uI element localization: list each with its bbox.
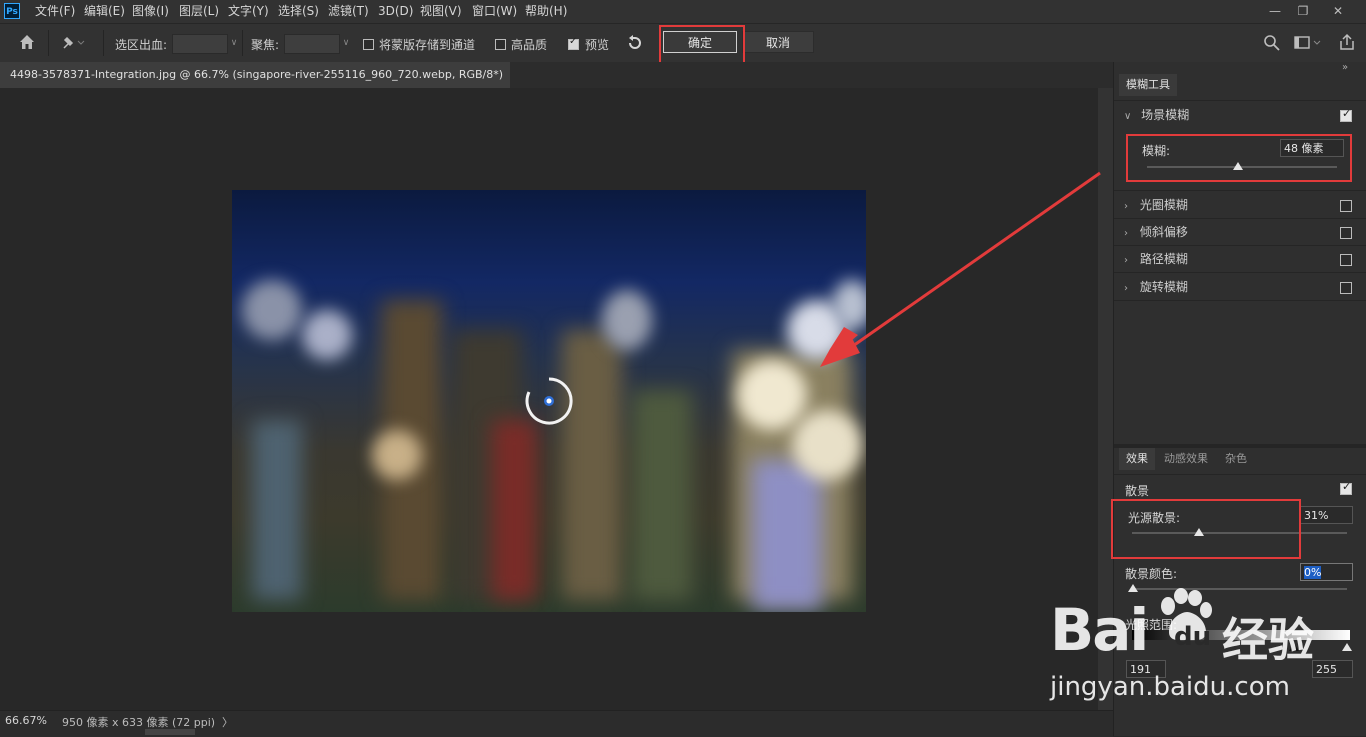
menu-filter[interactable]: 滤镜(T) <box>328 0 369 23</box>
menu-layer[interactable]: 图层(L) <box>179 0 219 23</box>
menu-file[interactable]: 文件(F) <box>35 0 75 23</box>
field-blur-label: 场景模糊 <box>1141 108 1190 122</box>
save-mask-checkbox[interactable] <box>363 39 374 50</box>
bokeh-checkbox[interactable] <box>1340 480 1352 495</box>
zoom-level[interactable]: 66.67% <box>5 714 47 727</box>
menu-bar: Ps 文件(F) 编辑(E) 图像(I) 图层(L) 文字(Y) 选择(S) 滤… <box>0 0 1366 23</box>
preview-label: 预览 <box>585 38 610 52</box>
bokeh-color-field[interactable]: 0% <box>1300 563 1353 581</box>
pin-icon[interactable] <box>60 34 86 55</box>
close-window-icon[interactable]: ✕ <box>1325 2 1351 20</box>
high-quality-checkbox[interactable] <box>495 39 506 50</box>
bokeh-color-slider-thumb[interactable] <box>1128 584 1138 592</box>
watermark-brand-suffix: du <box>1174 622 1212 652</box>
highlight-box <box>1111 499 1301 559</box>
tab-noise[interactable]: 杂色 <box>1218 448 1254 470</box>
chevron-down-icon[interactable]: ∨ <box>340 34 352 52</box>
spin-blur-checkbox[interactable] <box>1340 282 1352 294</box>
menu-view[interactable]: 视图(V) <box>420 0 462 23</box>
bokeh-label: 散景 <box>1125 484 1150 498</box>
light-bokeh-field[interactable]: 31% <box>1300 506 1353 524</box>
highlight-box <box>1126 134 1352 182</box>
tab-effects[interactable]: 效果 <box>1119 448 1155 470</box>
document-info: 950 像素 x 633 像素 (72 ppi) <box>62 716 216 729</box>
document-tab[interactable]: 4498-3578371-Integration.jpg @ 66.7% (si… <box>0 62 510 107</box>
menu-image[interactable]: 图像(I) <box>132 0 169 23</box>
menu-type[interactable]: 文字(Y) <box>228 0 269 23</box>
share-icon[interactable] <box>1338 33 1356 54</box>
field-blur-checkbox[interactable] <box>1340 107 1352 122</box>
chevron-right-icon: › <box>1124 201 1128 212</box>
status-menu-arrow-icon[interactable]: 〉 <box>222 714 233 730</box>
reset-icon[interactable] <box>626 35 644 54</box>
bokeh-color-label: 散景颜色: <box>1125 567 1178 581</box>
chevron-down-icon: ∨ <box>1124 111 1132 122</box>
tilt-shift-label: 倾斜偏移 <box>1139 225 1188 239</box>
chevron-right-icon: › <box>1124 228 1128 239</box>
menu-edit[interactable]: 编辑(E) <box>84 0 125 23</box>
focus-dropdown[interactable] <box>284 34 340 54</box>
restore-icon[interactable]: ❐ <box>1290 2 1316 20</box>
high-quality-label: 高品质 <box>511 38 548 52</box>
iris-blur-checkbox[interactable] <box>1340 200 1352 212</box>
horizontal-scrollbar[interactable] <box>145 729 195 735</box>
watermark-brand: Bai <box>1050 596 1149 664</box>
focus-label: 聚焦: <box>251 38 280 52</box>
bleed-dropdown[interactable] <box>172 34 228 54</box>
menu-select[interactable]: 选择(S) <box>278 0 319 23</box>
workspace-icon[interactable] <box>1294 36 1324 53</box>
preview-checkbox[interactable] <box>568 36 579 50</box>
search-icon[interactable] <box>1263 34 1281 55</box>
save-mask-label: 将蒙版存储到通道 <box>379 38 476 52</box>
section-path-blur[interactable]: › 路径模糊 <box>1124 246 1364 272</box>
tab-blur-tools[interactable]: 模糊工具 <box>1119 74 1177 96</box>
chevron-down-icon[interactable]: ∨ <box>228 34 240 52</box>
collapse-panel-icon[interactable]: » <box>1342 62 1348 73</box>
bleed-label: 选区出血: <box>115 38 168 52</box>
home-icon[interactable] <box>18 33 36 54</box>
section-iris-blur[interactable]: › 光圈模糊 <box>1124 192 1364 218</box>
baidu-watermark: Bai du 经验 jingyan.baidu.com <box>1050 588 1350 706</box>
iris-blur-label: 光圈模糊 <box>1139 198 1188 212</box>
tab-motion-effects[interactable]: 动感效果 <box>1158 448 1214 470</box>
spin-blur-label: 旋转模糊 <box>1139 280 1188 294</box>
section-tilt-shift[interactable]: › 倾斜偏移 <box>1124 219 1364 245</box>
path-blur-label: 路径模糊 <box>1139 252 1188 266</box>
bokeh-color-value: 0% <box>1304 566 1322 579</box>
minimize-icon[interactable]: — <box>1262 2 1288 20</box>
menu-window[interactable]: 窗口(W) <box>472 0 517 23</box>
watermark-url: jingyan.baidu.com <box>1050 672 1290 702</box>
status-bar: 66.67% 950 像素 x 633 像素 (72 ppi) 〉 <box>0 710 1113 737</box>
tilt-shift-checkbox[interactable] <box>1340 227 1352 239</box>
photoshop-logo-icon: Ps <box>4 3 20 19</box>
loading-spinner-icon <box>524 376 574 429</box>
cancel-button[interactable]: 取消 <box>742 31 814 53</box>
path-blur-checkbox[interactable] <box>1340 254 1352 266</box>
chevron-right-icon: › <box>1124 283 1128 294</box>
menu-3d[interactable]: 3D(D) <box>378 0 413 23</box>
chevron-right-icon: › <box>1124 255 1128 266</box>
section-spin-blur[interactable]: › 旋转模糊 <box>1124 274 1364 300</box>
section-field-blur[interactable]: ∨ 场景模糊 <box>1124 102 1364 128</box>
watermark-cn: 经验 <box>1222 613 1314 667</box>
annotation-arrow-icon <box>820 171 1101 367</box>
menu-help[interactable]: 帮助(H) <box>525 0 567 23</box>
